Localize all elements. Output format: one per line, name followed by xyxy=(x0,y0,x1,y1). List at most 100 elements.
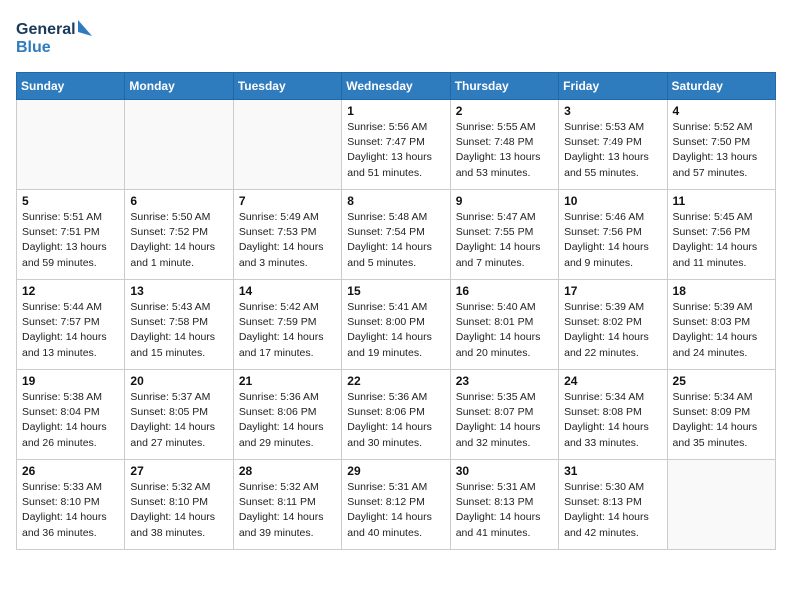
weekday-header: Tuesday xyxy=(233,73,341,100)
day-number: 23 xyxy=(456,374,553,388)
calendar-week-row: 5Sunrise: 5:51 AM Sunset: 7:51 PM Daylig… xyxy=(17,190,776,280)
day-number: 19 xyxy=(22,374,119,388)
logo-svg: GeneralBlue xyxy=(16,16,96,60)
calendar-cell: 2Sunrise: 5:55 AM Sunset: 7:48 PM Daylig… xyxy=(450,100,558,190)
calendar-cell: 1 Sunrise: 5:56 AM Sunset: 7:47 PM Daylig… xyxy=(342,100,450,190)
calendar-cell: 30Sunrise: 5:31 AM Sunset: 8:13 PM Dayli… xyxy=(450,460,558,550)
calendar-table: SundayMondayTuesdayWednesdayThursdayFrid… xyxy=(16,72,776,550)
day-number: 5 xyxy=(22,194,119,208)
calendar-cell: 15 Sunrise: 5:41 AM Sunset: 8:00 PM Dayli… xyxy=(342,280,450,370)
day-number: 10 xyxy=(564,194,661,208)
calendar-cell: 19 Sunrise: 5:38 AM Sunset: 8:04 PM Dayli… xyxy=(17,370,125,460)
day-number: 13 xyxy=(130,284,227,298)
weekday-header: Sunday xyxy=(17,73,125,100)
calendar-cell: 8 Sunrise: 5:48 AM Sunset: 7:54 PM Daylig… xyxy=(342,190,450,280)
day-number: 31 xyxy=(564,464,661,478)
day-number: 20 xyxy=(130,374,227,388)
logo: GeneralBlue xyxy=(16,16,96,60)
day-info: Sunrise: 5:50 AM Sunset: 7:52 PM Dayligh… xyxy=(130,210,227,271)
day-number: 17 xyxy=(564,284,661,298)
day-info: Sunrise: 5:43 AM Sunset: 7:58 PM Dayligh… xyxy=(130,300,227,361)
day-info: Sunrise: 5:49 AM Sunset: 7:53 PM Dayligh… xyxy=(239,210,336,271)
calendar-cell: 4 Sunrise: 5:52 AM Sunset: 7:50 PM Daylig… xyxy=(667,100,775,190)
day-info: Sunrise: 5:55 AM Sunset: 7:48 PM Dayligh… xyxy=(456,120,553,181)
day-number: 21 xyxy=(239,374,336,388)
calendar-cell: 10 Sunrise: 5:46 AM Sunset: 7:56 PM Dayli… xyxy=(559,190,667,280)
calendar-cell: 3 Sunrise: 5:53 AM Sunset: 7:49 PM Daylig… xyxy=(559,100,667,190)
weekday-header: Monday xyxy=(125,73,233,100)
calendar-cell: 28 Sunrise: 5:32 AM Sunset: 8:11 PM Dayli… xyxy=(233,460,341,550)
calendar-week-row: 26 Sunrise: 5:33 AM Sunset: 8:10 PM Dayli… xyxy=(17,460,776,550)
day-info: Sunrise: 5:30 AM Sunset: 8:13 PM Dayligh… xyxy=(564,480,661,541)
day-number: 25 xyxy=(673,374,770,388)
day-info: Sunrise: 5:46 AM Sunset: 7:56 PM Dayligh… xyxy=(564,210,661,271)
calendar-cell: 18 Sunrise: 5:39 AM Sunset: 8:03 PM Dayli… xyxy=(667,280,775,370)
calendar-cell: 26 Sunrise: 5:33 AM Sunset: 8:10 PM Dayli… xyxy=(17,460,125,550)
day-info: Sunrise: 5:39 AM Sunset: 8:02 PM Dayligh… xyxy=(564,300,661,361)
day-number: 26 xyxy=(22,464,119,478)
day-info: Sunrise: 5:31 AM Sunset: 8:13 PM Dayligh… xyxy=(456,480,553,541)
day-info: Sunrise: 5:52 AM Sunset: 7:50 PM Dayligh… xyxy=(673,120,770,181)
calendar-cell: 21 Sunrise: 5:36 AM Sunset: 8:06 PM Dayli… xyxy=(233,370,341,460)
calendar-cell: 23Sunrise: 5:35 AM Sunset: 8:07 PM Dayli… xyxy=(450,370,558,460)
day-number: 11 xyxy=(673,194,770,208)
weekday-header: Saturday xyxy=(667,73,775,100)
day-number: 14 xyxy=(239,284,336,298)
calendar-cell: 25 Sunrise: 5:34 AM Sunset: 8:09 PM Dayli… xyxy=(667,370,775,460)
calendar-cell: 11 Sunrise: 5:45 AM Sunset: 7:56 PM Dayli… xyxy=(667,190,775,280)
calendar-cell: 17 Sunrise: 5:39 AM Sunset: 8:02 PM Dayli… xyxy=(559,280,667,370)
calendar-cell: 27 Sunrise: 5:32 AM Sunset: 8:10 PM Dayli… xyxy=(125,460,233,550)
weekday-header: Friday xyxy=(559,73,667,100)
calendar-cell: 24 Sunrise: 5:34 AM Sunset: 8:08 PM Dayli… xyxy=(559,370,667,460)
day-number: 12 xyxy=(22,284,119,298)
weekday-header: Thursday xyxy=(450,73,558,100)
day-number: 27 xyxy=(130,464,227,478)
calendar-cell: 20 Sunrise: 5:37 AM Sunset: 8:05 PM Dayli… xyxy=(125,370,233,460)
day-info: Sunrise: 5:41 AM Sunset: 8:00 PM Dayligh… xyxy=(347,300,444,361)
calendar-cell: 12Sunrise: 5:44 AM Sunset: 7:57 PM Dayli… xyxy=(17,280,125,370)
calendar-week-row: 1 Sunrise: 5:56 AM Sunset: 7:47 PM Daylig… xyxy=(17,100,776,190)
day-number: 1 xyxy=(347,104,444,118)
day-info: Sunrise: 5:45 AM Sunset: 7:56 PM Dayligh… xyxy=(673,210,770,271)
day-number: 22 xyxy=(347,374,444,388)
day-info: Sunrise: 5:36 AM Sunset: 8:06 PM Dayligh… xyxy=(347,390,444,451)
day-info: Sunrise: 5:39 AM Sunset: 8:03 PM Dayligh… xyxy=(673,300,770,361)
day-info: Sunrise: 5:42 AM Sunset: 7:59 PM Dayligh… xyxy=(239,300,336,361)
day-info: Sunrise: 5:53 AM Sunset: 7:49 PM Dayligh… xyxy=(564,120,661,181)
day-info: Sunrise: 5:36 AM Sunset: 8:06 PM Dayligh… xyxy=(239,390,336,451)
day-info: Sunrise: 5:38 AM Sunset: 8:04 PM Dayligh… xyxy=(22,390,119,451)
day-number: 24 xyxy=(564,374,661,388)
calendar-cell: 9 Sunrise: 5:47 AM Sunset: 7:55 PM Daylig… xyxy=(450,190,558,280)
day-info: Sunrise: 5:56 AM Sunset: 7:47 PM Dayligh… xyxy=(347,120,444,181)
day-number: 8 xyxy=(347,194,444,208)
calendar-cell: 14 Sunrise: 5:42 AM Sunset: 7:59 PM Dayli… xyxy=(233,280,341,370)
day-number: 9 xyxy=(456,194,553,208)
day-info: Sunrise: 5:34 AM Sunset: 8:09 PM Dayligh… xyxy=(673,390,770,451)
day-info: Sunrise: 5:37 AM Sunset: 8:05 PM Dayligh… xyxy=(130,390,227,451)
calendar-cell xyxy=(233,100,341,190)
calendar-cell: 31 Sunrise: 5:30 AM Sunset: 8:13 PM Dayli… xyxy=(559,460,667,550)
day-info: Sunrise: 5:33 AM Sunset: 8:10 PM Dayligh… xyxy=(22,480,119,541)
calendar-cell xyxy=(125,100,233,190)
day-number: 15 xyxy=(347,284,444,298)
day-number: 16 xyxy=(456,284,553,298)
day-info: Sunrise: 5:32 AM Sunset: 8:11 PM Dayligh… xyxy=(239,480,336,541)
day-info: Sunrise: 5:47 AM Sunset: 7:55 PM Dayligh… xyxy=(456,210,553,271)
weekday-header-row: SundayMondayTuesdayWednesdayThursdayFrid… xyxy=(17,73,776,100)
calendar-cell: 29Sunrise: 5:31 AM Sunset: 8:12 PM Dayli… xyxy=(342,460,450,550)
day-info: Sunrise: 5:48 AM Sunset: 7:54 PM Dayligh… xyxy=(347,210,444,271)
day-number: 3 xyxy=(564,104,661,118)
calendar-cell: 7Sunrise: 5:49 AM Sunset: 7:53 PM Daylig… xyxy=(233,190,341,280)
calendar-week-row: 12Sunrise: 5:44 AM Sunset: 7:57 PM Dayli… xyxy=(17,280,776,370)
calendar-cell: 13 Sunrise: 5:43 AM Sunset: 7:58 PM Dayli… xyxy=(125,280,233,370)
svg-text:Blue: Blue xyxy=(16,39,51,56)
day-number: 28 xyxy=(239,464,336,478)
calendar-cell: 22 Sunrise: 5:36 AM Sunset: 8:06 PM Dayli… xyxy=(342,370,450,460)
weekday-header: Wednesday xyxy=(342,73,450,100)
day-info: Sunrise: 5:34 AM Sunset: 8:08 PM Dayligh… xyxy=(564,390,661,451)
day-info: Sunrise: 5:32 AM Sunset: 8:10 PM Dayligh… xyxy=(130,480,227,541)
day-number: 4 xyxy=(673,104,770,118)
day-number: 18 xyxy=(673,284,770,298)
day-number: 6 xyxy=(130,194,227,208)
day-info: Sunrise: 5:31 AM Sunset: 8:12 PM Dayligh… xyxy=(347,480,444,541)
